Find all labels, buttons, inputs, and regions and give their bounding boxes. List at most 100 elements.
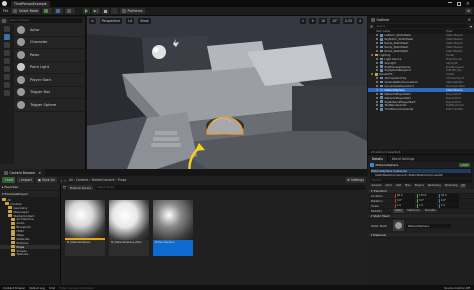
category-geometry-icon[interactable]: [4, 74, 10, 80]
show-button[interactable]: Show: [138, 18, 151, 24]
category-all-classes-icon[interactable]: [4, 90, 10, 96]
maximize-icon[interactable]: [456, 1, 461, 6]
content-drawer-button[interactable]: Content Drawer: [3, 286, 25, 290]
category-basic-icon[interactable]: [4, 34, 10, 40]
visibility-eye-icon[interactable]: [376, 57, 378, 60]
visibility-eye-icon[interactable]: [376, 100, 378, 103]
outliner-add-icon[interactable]: +: [370, 24, 373, 29]
filter-chip-misc[interactable]: Misc: [403, 183, 413, 188]
static-mesh-thumbnail[interactable]: [393, 220, 404, 232]
place-actors-search[interactable]: Search Classes: [7, 18, 83, 23]
place-item-pawn[interactable]: Pawn: [14, 49, 85, 62]
add-content-button[interactable]: [42, 8, 52, 14]
cb-import-button[interactable]: ⤓ Import: [16, 177, 34, 183]
menu-file[interactable]: File: [3, 9, 8, 13]
transform-field-x[interactable]: 80.0: [395, 193, 415, 198]
transform-field-y[interactable]: 0.0°: [417, 198, 437, 203]
visibility-eye-icon[interactable]: [376, 108, 378, 111]
breadcrumb-item[interactable]: Content: [76, 178, 88, 182]
platforms-button[interactable]: Platforms: [119, 8, 145, 14]
category-lights-icon[interactable]: [4, 42, 10, 48]
filter-chip-streaming[interactable]: Streaming: [443, 183, 460, 188]
place-item-trigger-sphere[interactable]: Trigger Sphere: [14, 99, 85, 112]
mobility-movable[interactable]: Movable: [423, 208, 438, 213]
tab-details[interactable]: Details: [368, 155, 388, 162]
stop-button[interactable]: [101, 8, 109, 14]
transform-field-x[interactable]: 0.0°: [395, 198, 415, 203]
category-shapes-icon[interactable]: [4, 50, 10, 56]
lit-button[interactable]: Lit: [126, 18, 135, 24]
favorites-header[interactable]: ▸ Favorites: [0, 184, 60, 190]
back-arrow-icon[interactable]: ‹: [61, 178, 63, 183]
outliner-filter-icon[interactable]: ▾: [470, 24, 472, 29]
play-button[interactable]: [82, 8, 90, 14]
category-cinematic-icon[interactable]: [4, 58, 10, 64]
visibility-eye-icon[interactable]: [376, 104, 378, 107]
tab-world-settings[interactable]: World Settings: [388, 155, 419, 162]
asset-tile[interactable]: M_MaterialSphere: [65, 200, 105, 256]
breadcrumb-item[interactable]: All: [69, 178, 73, 182]
filter-chip-general[interactable]: General: [370, 183, 383, 188]
forward-arrow-icon[interactable]: ›: [64, 178, 66, 183]
visibility-eye-icon[interactable]: [376, 65, 378, 68]
level-viewport[interactable]: ≡ Perspective Lit Show ✥ ↻ 10 10° 0.25 4: [87, 16, 367, 169]
place-item-trigger-box[interactable]: Trigger Box: [14, 87, 85, 99]
filter-chip-all[interactable]: All: [460, 183, 467, 188]
component-static-mesh[interactable]: StaticMeshComponent (StaticMeshComponent…: [371, 173, 471, 177]
outliner-row[interactable]: ThirdPersonCharacter Edit ThirdPer: [368, 107, 474, 111]
filter-chip-lod[interactable]: LOD: [394, 183, 403, 188]
section-materials[interactable]: ▾ Materials: [368, 232, 474, 238]
transform-field-z[interactable]: 0.0°: [439, 198, 459, 203]
viewport-options-button[interactable]: ≡: [89, 18, 96, 24]
source-control-status[interactable]: Source Control Off: [444, 286, 470, 290]
translate-tool-icon[interactable]: ✥: [299, 18, 307, 24]
asset-search-input[interactable]: Search Props: [95, 185, 366, 190]
close-icon[interactable]: ×: [466, 1, 470, 6]
category-visual-fx-icon[interactable]: [4, 66, 10, 72]
visibility-eye-icon[interactable]: [376, 38, 378, 41]
visibility-eye-icon[interactable]: [376, 96, 378, 99]
place-item-player-start[interactable]: Player Start: [14, 74, 85, 87]
category-recent-icon[interactable]: [4, 26, 10, 32]
minimize-icon[interactable]: [447, 1, 452, 3]
transform-field-y[interactable]: 1.0: [417, 203, 437, 208]
visibility-eye-icon[interactable]: [376, 61, 378, 64]
blueprint-button[interactable]: [53, 8, 64, 14]
transform-field-x[interactable]: 1.0: [395, 203, 415, 208]
transform-field-z[interactable]: 1.0: [439, 203, 459, 208]
visibility-eye-icon[interactable]: [371, 53, 373, 56]
outliner-close-icon[interactable]: ×: [468, 17, 471, 22]
mobility-stationary[interactable]: Stationary: [405, 208, 423, 213]
cinematics-button[interactable]: [65, 8, 75, 14]
place-item-point-light[interactable]: Point Light: [14, 62, 85, 74]
perspective-button[interactable]: Perspective: [99, 18, 123, 24]
filter-chip[interactable]: Material Sphere: [68, 185, 94, 190]
rotate-tool-icon[interactable]: ↻: [309, 18, 317, 24]
breadcrumb-item[interactable]: Props: [118, 178, 126, 182]
visibility-eye-icon[interactable]: [371, 73, 373, 76]
visibility-eye-icon[interactable]: [376, 34, 378, 37]
transform-field-y[interactable]: 110.0: [417, 193, 437, 198]
details-search-input[interactable]: Search: [370, 178, 472, 184]
static-mesh-picker[interactable]: MaterialSphere: [406, 223, 451, 229]
cb-settings-button[interactable]: ⚙ Settings: [345, 177, 366, 183]
grid-snap-button[interactable]: 10: [319, 18, 328, 24]
folder-textures[interactable]: Textures: [0, 252, 60, 256]
skip-button[interactable]: ▶|: [91, 8, 100, 14]
tab-content-browser[interactable]: Content Browser ×: [0, 169, 45, 176]
settings-toolbar-button[interactable]: ⚙: [465, 8, 472, 14]
visibility-eye-icon[interactable]: [376, 42, 378, 45]
filter-icon[interactable]: ⛉: [63, 185, 66, 190]
cb-add-button[interactable]: + Add: [2, 177, 15, 183]
camera-speed-button[interactable]: 4: [356, 18, 363, 24]
select-mode-button[interactable]: Select Mode: [11, 8, 41, 14]
visibility-eye-icon[interactable]: [376, 69, 378, 72]
visibility-eye-icon[interactable]: [376, 77, 378, 80]
output-log-button[interactable]: Output Log: [29, 286, 45, 290]
filter-chip-physics[interactable]: Physics: [413, 183, 426, 188]
asset-tile[interactable]: MaterialSphere: [153, 200, 193, 256]
visibility-eye-icon[interactable]: [376, 88, 378, 91]
scale-snap-button[interactable]: 0.25: [342, 18, 354, 24]
category-volumes-icon[interactable]: [4, 82, 10, 88]
outliner-search-input[interactable]: Search...: [374, 23, 468, 29]
